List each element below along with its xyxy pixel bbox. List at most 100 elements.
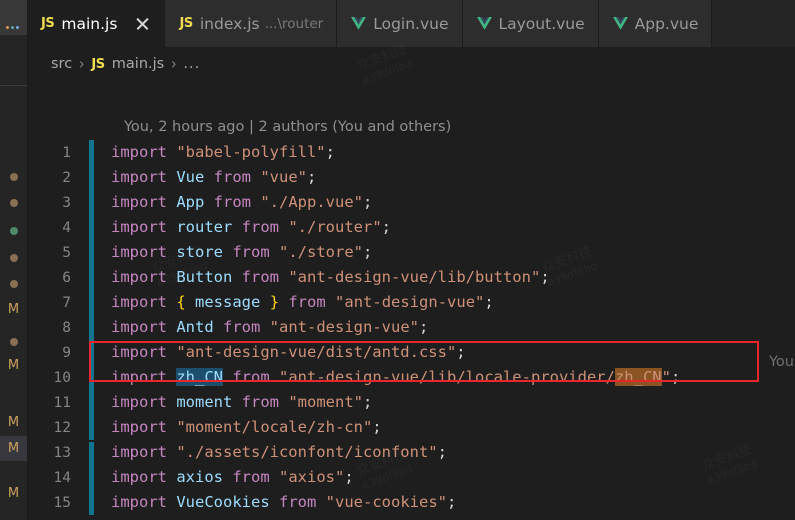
- code-token: import: [111, 268, 177, 286]
- code-token: axios: [176, 468, 223, 486]
- code-token: "./store": [279, 243, 364, 261]
- code-text: import App from "./App.vue";: [111, 190, 372, 215]
- code-line[interactable]: 16: [27, 515, 795, 520]
- code-text: import VueCookies from "vue-cookies";: [111, 490, 456, 515]
- gutter-marker-label: M: [7, 486, 20, 501]
- code-token: import: [111, 193, 177, 211]
- code-token: import: [111, 218, 177, 236]
- code-line[interactable]: 15 import VueCookies from "vue-cookies";: [27, 490, 795, 515]
- code-token: "./App.vue": [260, 193, 363, 211]
- code-token: "axios": [279, 468, 345, 486]
- selected-token: zh_CN: [176, 368, 223, 386]
- gutter-marker-label: M: [7, 358, 20, 373]
- code-token: from: [279, 493, 317, 511]
- breadcrumb-item[interactable]: main.js: [112, 56, 164, 72]
- code-token: Vue: [176, 168, 205, 186]
- code-text: import "ant-design-vue/dist/antd.css";: [111, 340, 466, 365]
- code-line[interactable]: 3 import App from "./App.vue";: [27, 190, 795, 215]
- code-text: import Vue from "vue";: [111, 165, 316, 190]
- code-line[interactable]: 8 import Antd from "ant-design-vue";: [27, 315, 795, 340]
- code-token: import: [111, 368, 177, 386]
- code-token: moment: [176, 393, 233, 411]
- code-content[interactable]: 1 import "babel-polyfill"; 2 import Vue fro…: [27, 140, 795, 520]
- code-text: import store from "./store";: [111, 240, 372, 265]
- code-token: ;: [670, 368, 681, 386]
- breadcrumb-item[interactable]: ...: [183, 56, 200, 72]
- line-number: 8: [62, 319, 71, 336]
- code-line[interactable]: 1 import "babel-polyfill";: [27, 140, 795, 165]
- code-token: "ant-design-vue": [335, 293, 485, 311]
- vue-icon: [476, 17, 492, 30]
- code-token: ;: [484, 293, 494, 311]
- code-token: import: [111, 343, 177, 361]
- code-line[interactable]: 7 import { message } from "ant-design-vue…: [27, 290, 795, 315]
- git-change-gutter: [89, 140, 94, 165]
- code-line[interactable]: 10 import zh_CN from "ant-design-vue/lib/…: [27, 365, 795, 390]
- code-line[interactable]: 12 import "moment/locale/zh-cn";: [27, 415, 795, 440]
- line-number: 2: [62, 169, 71, 186]
- code-token: import: [111, 468, 177, 486]
- gutter-modified-marker[interactable]: M: [0, 353, 27, 378]
- tab-index-js[interactable]: JS index.js ...\router: [165, 0, 338, 47]
- gutter-modified-marker[interactable]: M: [0, 436, 27, 461]
- gutter-marker-label: M: [7, 415, 20, 430]
- code-token: ;: [456, 343, 466, 361]
- tab-login-vue[interactable]: Login.vue: [337, 0, 463, 47]
- tab-main-js[interactable]: JS main.js: [27, 0, 166, 47]
- code-token: from: [213, 193, 251, 211]
- code-token: "ant-design-vue/dist/antd.css": [176, 343, 457, 361]
- code-token: ;: [363, 193, 373, 211]
- breadcrumb-separator-icon: ›: [79, 54, 85, 74]
- code-token: from: [232, 243, 270, 261]
- code-line[interactable]: 5 import store from "./store";: [27, 240, 795, 265]
- code-token: ": [661, 368, 671, 386]
- gutter-status-dot[interactable]: [0, 190, 27, 215]
- code-token: store: [176, 243, 223, 261]
- code-line[interactable]: 4 import router from "./router";: [27, 215, 795, 240]
- code-line[interactable]: 2 import Vue from "vue";: [27, 165, 795, 190]
- code-token: import: [111, 293, 177, 311]
- tab-app-vue[interactable]: App.vue: [598, 0, 713, 47]
- gutter-status-dot[interactable]: [0, 271, 27, 296]
- gutter-modified-marker[interactable]: M: [0, 297, 27, 322]
- line-number: 3: [62, 194, 71, 211]
- gutter-modified-marker[interactable]: M: [0, 481, 27, 506]
- overflow-ellipsis-icon[interactable]: [6, 22, 24, 32]
- code-token: ;: [437, 443, 447, 461]
- close-icon[interactable]: [134, 15, 151, 32]
- code-token: ;: [540, 268, 550, 286]
- code-token: from: [232, 368, 270, 386]
- code-line[interactable]: 13 import "./assets/iconfont/iconfont";: [27, 440, 795, 465]
- git-change-gutter: [89, 340, 94, 365]
- git-change-gutter: [89, 440, 94, 465]
- gutter-status-dot[interactable]: [0, 329, 27, 354]
- gutter-modified-marker[interactable]: M: [0, 410, 27, 435]
- gutter-status-dot[interactable]: [0, 164, 27, 189]
- find-match-token: zh_CN: [614, 368, 662, 386]
- code-line[interactable]: 6 import Button from "ant-design-vue/lib/…: [27, 265, 795, 290]
- code-token: import: [111, 443, 177, 461]
- gutter-status-dot[interactable]: [0, 245, 27, 270]
- gutter-status-dot[interactable]: [0, 218, 27, 243]
- code-line[interactable]: 9 import "ant-design-vue/dist/antd.css";: [27, 340, 795, 365]
- code-line[interactable]: 14 import axios from "axios";: [27, 465, 795, 490]
- blame-annotation: You, 2 hours ago | 2 authors (You and ot…: [124, 119, 452, 135]
- code-text: import { message } from "ant-design-vue"…: [111, 290, 494, 315]
- code-text: import axios from "axios";: [111, 465, 354, 490]
- git-change-gutter: [89, 365, 94, 390]
- breadcrumb-item[interactable]: src: [51, 56, 72, 72]
- code-token: from: [213, 168, 251, 186]
- code-line[interactable]: 11 import moment from "moment";: [27, 390, 795, 415]
- editor-tab-bar: JS main.js JS index.js ...\router Login.vue La…: [27, 0, 795, 47]
- code-token: "moment": [288, 393, 363, 411]
- tab-layout-vue[interactable]: Layout.vue: [462, 0, 599, 47]
- code-token: "./assets/iconfont/iconfont": [176, 443, 438, 461]
- explorer-gutter-strip: MMMMM: [0, 0, 28, 520]
- strip-divider: [0, 85, 27, 86]
